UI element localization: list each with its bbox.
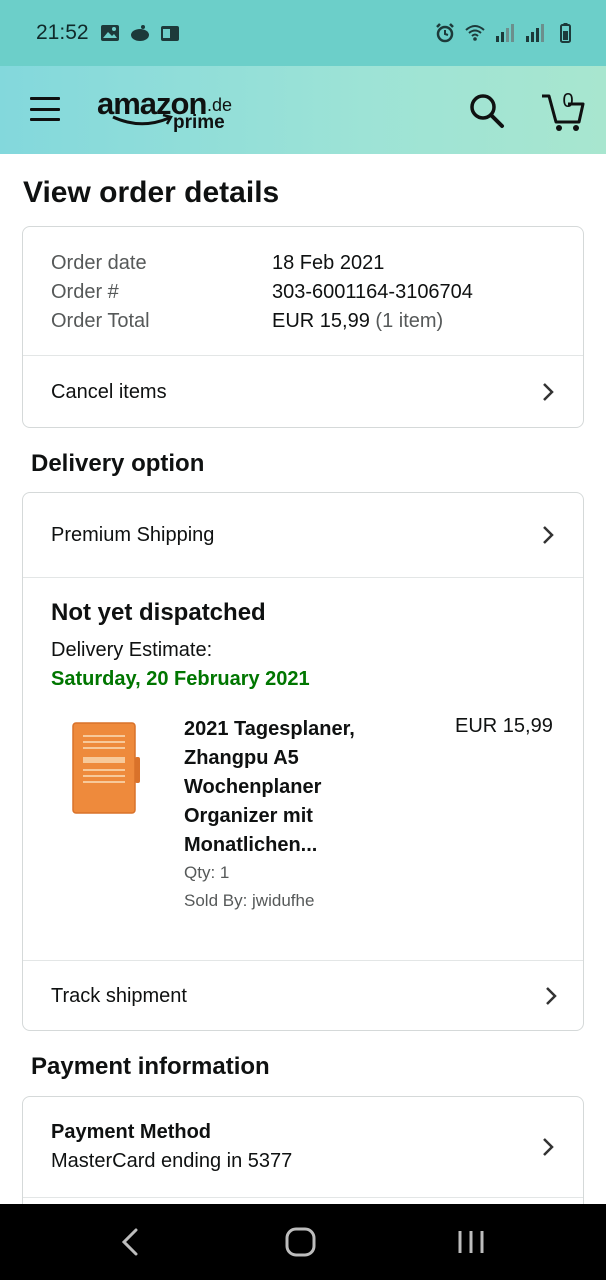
cancel-items-button[interactable]: Cancel items (23, 356, 583, 428)
signal-icon (496, 24, 514, 42)
order-date-value: 18 Feb 2021 (272, 252, 385, 274)
delivery-estimate-label: Delivery Estimate: (51, 639, 213, 661)
status-bar: 21:52 (0, 0, 606, 66)
premium-shipping-button[interactable]: Premium Shipping (23, 493, 583, 577)
navigation-bar (0, 1204, 606, 1280)
payment-method-detail: MasterCard ending in 5377 (51, 1150, 293, 1172)
chevron-right-icon (543, 526, 554, 544)
order-total-label: Order Total (51, 310, 150, 332)
order-total-value: EUR 15,99 (1 item) (272, 310, 443, 333)
battery-icon (560, 23, 571, 43)
app-header: amazon .de prime (0, 66, 606, 154)
track-shipment-label: Track shipment (51, 984, 187, 1007)
product-title[interactable]: 2021 Tagesplaner, Zhangpu A5 Wochenplane… (184, 715, 414, 860)
search-icon[interactable] (469, 93, 505, 129)
status-time: 21:52 (36, 21, 89, 44)
product-price: EUR 15,99 (455, 715, 553, 737)
gallery-icon (100, 25, 119, 41)
logo-prime-text: prime (173, 112, 225, 133)
cloud-icon (130, 25, 149, 41)
delivery-section-title: Delivery option (31, 450, 205, 477)
order-total-items: (1 item) (375, 310, 444, 332)
signal-icon (526, 24, 544, 42)
chevron-right-icon (543, 1138, 554, 1156)
delivery-estimate-date: Saturday, 20 February 2021 (51, 668, 310, 690)
order-summary-card: Order date 18 Feb 2021 Order # 303-60011… (22, 226, 584, 428)
delivery-card: Premium Shipping Not yet dispatched Deli… (22, 492, 584, 1031)
payment-section-title: Payment information (31, 1053, 270, 1080)
dispatch-status: Not yet dispatched (51, 599, 266, 626)
cart-count: 0 (562, 90, 574, 112)
divider (23, 577, 583, 578)
outlook-icon (160, 26, 179, 41)
track-shipment-button[interactable]: Track shipment (23, 961, 583, 1031)
notification-icons (99, 22, 181, 44)
payment-method-title: Payment Method (51, 1121, 212, 1143)
cancel-items-label: Cancel items (51, 380, 167, 403)
alarm-icon (436, 23, 454, 43)
order-date-label: Order date (51, 252, 147, 274)
smile-arrow-icon (112, 114, 173, 126)
back-icon[interactable] (118, 1226, 142, 1258)
chevron-right-icon (543, 383, 554, 401)
order-number-label: Order # (51, 281, 119, 303)
order-number-value: 303-6001164-3106704 (272, 281, 473, 303)
product-seller: Sold By: jwidufhe (184, 891, 315, 910)
home-icon[interactable] (284, 1226, 318, 1258)
product-image[interactable] (71, 721, 141, 815)
wifi-icon (465, 25, 485, 41)
system-icons (434, 22, 576, 44)
divider (23, 1197, 583, 1198)
payment-method-button[interactable]: Payment Method MasterCard ending in 5377 (23, 1097, 583, 1197)
order-total-amount: EUR 15,99 (272, 310, 370, 332)
chevron-right-icon (546, 987, 557, 1005)
recents-icon[interactable] (455, 1226, 487, 1258)
shipping-label: Premium Shipping (51, 523, 215, 546)
amazon-prime-logo[interactable]: amazon .de prime (97, 86, 237, 136)
menu-icon[interactable] (30, 97, 60, 121)
page-title: View order details (23, 176, 280, 209)
product-qty: Qty: 1 (184, 863, 230, 882)
